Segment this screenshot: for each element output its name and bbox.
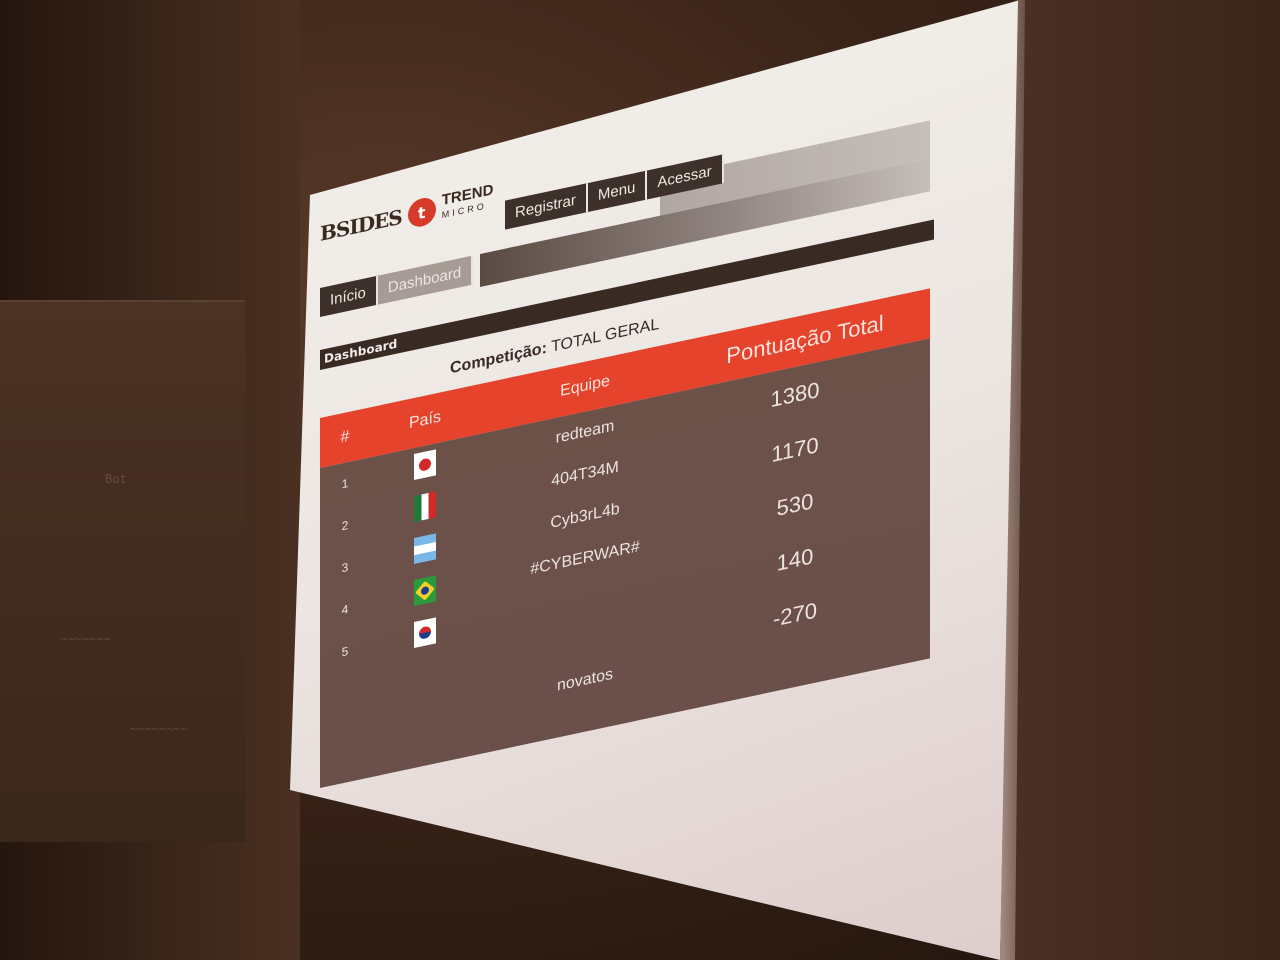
tab-menu[interactable]: Menu [587,170,648,213]
brazil-flag-icon [414,574,436,606]
tab-inicio[interactable]: Início [320,275,378,317]
row-rank: 3 [341,559,349,576]
row-rank: 1 [341,475,349,492]
tab-dashboard[interactable]: Dashboard [377,255,474,305]
header-rank: # [340,427,350,447]
projected-page: BSIDES t TREND MICRO Registrar Menu Aces… [320,68,940,820]
row-rank: 5 [341,643,349,660]
mexico-flag-icon [414,490,436,522]
japan-flag-icon [414,448,436,480]
row-rank: 4 [341,601,349,618]
right-wall [1015,0,1280,960]
tab-registrar[interactable]: Registrar [505,183,588,230]
bsides-logo: BSIDES [320,204,402,246]
whiteboard: Bot ~~~~~~~ ~~~~~~~~ [0,300,245,842]
trend-micro-logo: TREND MICRO [442,181,494,222]
scoreboard-table: # País Equipe Pontuação Total 1 redteam … [320,288,930,788]
logos: BSIDES t TREND MICRO [320,181,494,248]
south-korea-flag-icon [414,616,436,648]
bottom-nav: Início Dashboard [320,255,474,317]
row-team: novatos [556,665,614,695]
argentina-flag-icon [414,532,436,564]
row-rank: 2 [341,517,349,534]
trend-micro-logo-icon: t [407,195,436,230]
header-country: País [408,408,441,433]
score-column: 1380 1170 530 140 -270 [680,343,910,667]
